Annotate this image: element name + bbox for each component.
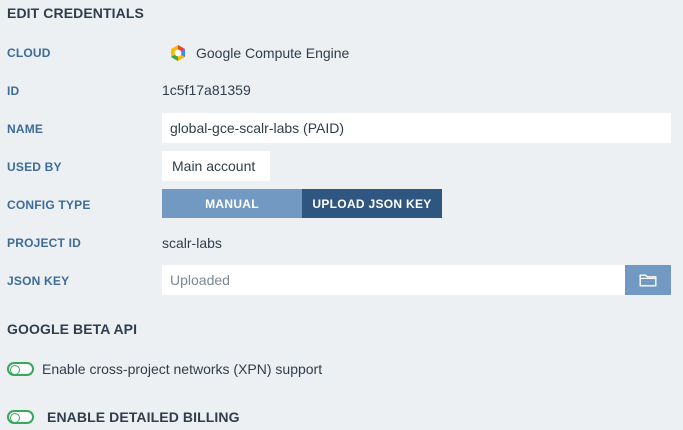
cloud-label: CLOUD bbox=[7, 46, 51, 60]
name-field[interactable]: global-gce-scalr-labs (PAID) bbox=[162, 113, 671, 143]
config-type-manual-button[interactable]: MANUAL bbox=[162, 189, 302, 218]
toggle-knob bbox=[10, 413, 20, 423]
config-type-upload-json-key-button[interactable]: UPLOAD JSON KEY bbox=[302, 189, 442, 218]
config-type-label: CONFIG TYPE bbox=[7, 198, 91, 212]
name-label: NAME bbox=[7, 122, 44, 136]
used-by-value: Main account bbox=[172, 158, 256, 174]
json-key-browse-button[interactable] bbox=[625, 265, 671, 295]
json-key-label: JSON KEY bbox=[7, 274, 70, 288]
xpn-toggle-label: Enable cross-project networks (XPN) supp… bbox=[42, 361, 323, 377]
detailed-billing-label: ENABLE DETAILED BILLING bbox=[47, 409, 240, 425]
id-label: ID bbox=[7, 84, 20, 98]
folder-icon bbox=[639, 273, 657, 287]
id-value: 1c5f17a81359 bbox=[162, 82, 251, 98]
project-id-label: PROJECT ID bbox=[7, 236, 82, 250]
used-by-label: USED BY bbox=[7, 160, 62, 174]
google-cloud-hexagon-icon bbox=[169, 44, 187, 62]
used-by-field: Main account bbox=[162, 151, 270, 181]
google-beta-api-title: GOOGLE BETA API bbox=[7, 321, 138, 337]
cloud-value: Google Compute Engine bbox=[196, 45, 350, 61]
toggle-knob bbox=[10, 365, 20, 375]
json-key-input[interactable] bbox=[162, 265, 625, 295]
edit-credentials-title: EDIT CREDENTIALS bbox=[7, 5, 144, 21]
project-id-value: scalr-labs bbox=[162, 235, 222, 251]
name-field-value: global-gce-scalr-labs (PAID) bbox=[170, 120, 345, 136]
detailed-billing-toggle[interactable] bbox=[7, 410, 34, 424]
xpn-toggle[interactable] bbox=[7, 362, 34, 376]
